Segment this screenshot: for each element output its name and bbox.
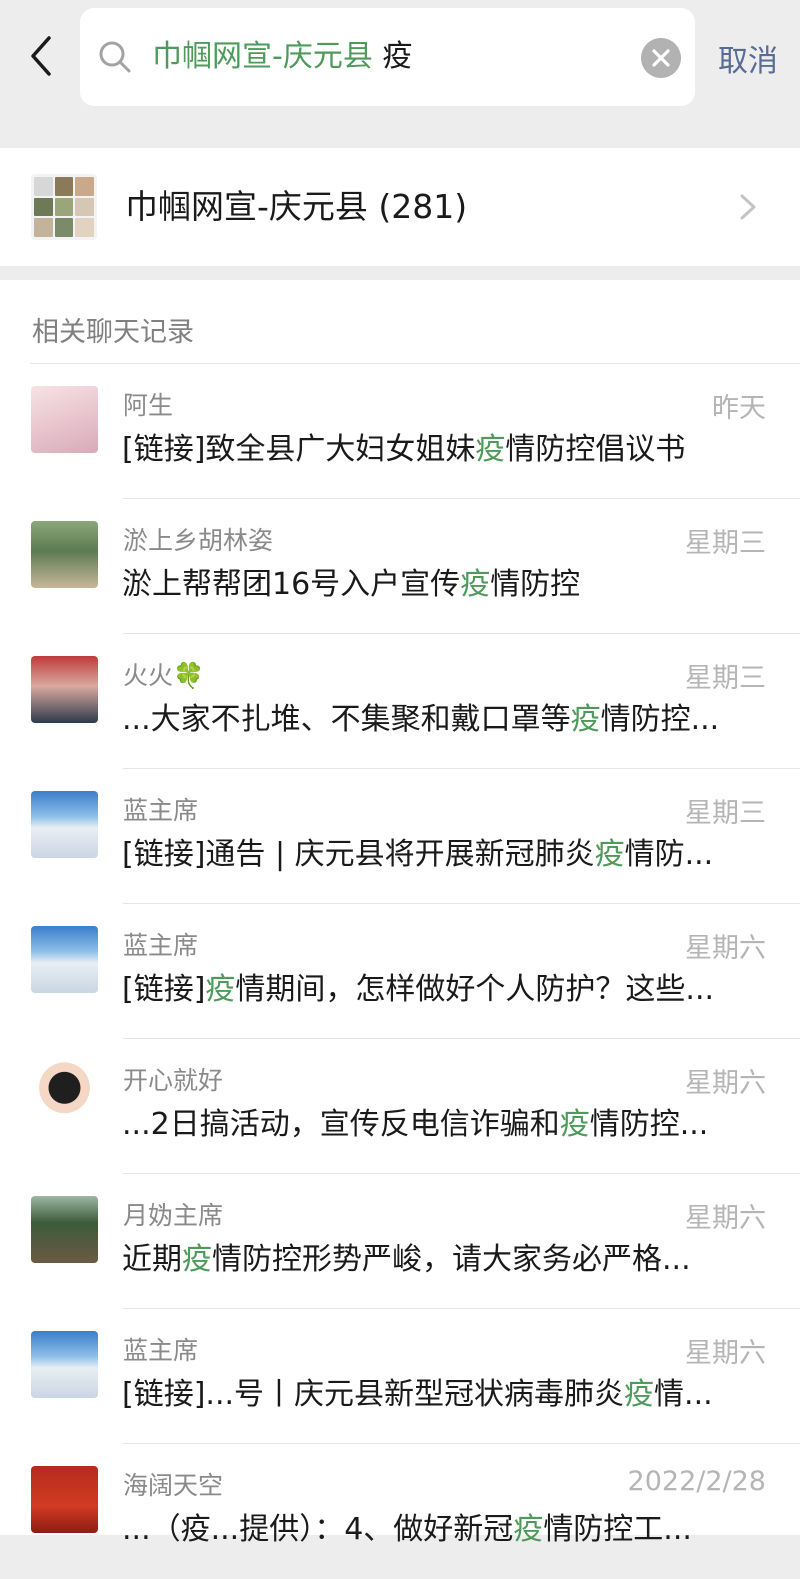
sender-name: 开心就好 [123, 1066, 224, 1095]
sender-name: 蓝主席 [123, 931, 199, 960]
sender-name: 月妫主席 [123, 1201, 224, 1230]
sender-name: 蓝主席 [123, 1336, 199, 1365]
chat-result[interactable]: 开心就好 星期六 ...2日搞活动，宣传反电信诈骗和疫情防控... [0, 1039, 800, 1174]
sender-name: 阿生 [123, 391, 174, 420]
chat-result[interactable]: 海阔天空 2022/2/28 ...（疫...提供）：4、做好新冠疫情防控工..… [0, 1444, 800, 1579]
message-time: 星期六 [685, 933, 766, 964]
search-input[interactable]: 巾帼网宣-庆元县 疫 [80, 8, 695, 106]
search-query: 巾帼网宣-庆元县 疫 [152, 8, 412, 106]
message-time: 昨天 [712, 393, 766, 424]
message-snippet: [链接]致全县广大妇女姐妹疫情防控倡议书 [122, 432, 686, 467]
message-snippet: [链接]...号丨庆元县新型冠状病毒肺炎疫情... [122, 1377, 713, 1412]
avatar [31, 1196, 98, 1263]
avatar [31, 1331, 98, 1398]
avatar [31, 926, 98, 993]
chat-result[interactable]: 阿生 昨天 [链接]致全县广大妇女姐妹疫情防控倡议书 [0, 364, 800, 499]
message-time: 2022/2/28 [627, 1466, 766, 1497]
sender-name: 火火🍀 [123, 661, 205, 690]
search-icon [99, 41, 131, 73]
chat-result[interactable]: 蓝主席 星期六 [链接]疫情期间，怎样做好个人防护？这些... [0, 904, 800, 1039]
cancel-button[interactable]: 取消 [718, 36, 778, 80]
message-time: 星期三 [685, 663, 766, 694]
message-snippet: [链接]疫情期间，怎样做好个人防护？这些... [122, 972, 715, 1007]
avatar [31, 1466, 98, 1533]
message-snippet: 近期疫情防控形势严峻，请大家务必严格... [122, 1242, 691, 1277]
message-snippet: ...2日搞活动，宣传反电信诈骗和疫情防控... [122, 1107, 709, 1142]
search-query-keyword: 疫 [382, 39, 413, 74]
message-snippet: 淤上帮帮团16号入户宣传疫情防控 [122, 567, 581, 602]
clear-icon[interactable] [641, 38, 681, 78]
section-title: 相关聊天记录 [32, 317, 194, 348]
avatar [31, 791, 98, 858]
avatar [31, 656, 98, 723]
sender-name: 海阔天空 [123, 1471, 224, 1500]
message-time: 星期三 [685, 798, 766, 829]
search-header: 巾帼网宣-庆元县 疫 取消 [0, 0, 800, 148]
message-snippet: ...大家不扎堆、不集聚和戴口罩等疫情防控... [122, 702, 720, 737]
chat-result[interactable]: 淤上乡胡林姿 星期三 淤上帮帮团16号入户宣传疫情防控 [0, 499, 800, 634]
chevron-right-icon [740, 194, 756, 220]
chevron-left-icon[interactable] [22, 32, 62, 80]
avatar [31, 386, 98, 453]
search-query-group: 巾帼网宣-庆元县 [152, 39, 373, 74]
sender-name: 淤上乡胡林姿 [123, 526, 274, 555]
avatar [31, 1061, 98, 1128]
sender-name: 蓝主席 [123, 796, 199, 825]
group-result[interactable]: 巾帼网宣-庆元县 (281) [0, 148, 800, 266]
message-time: 星期六 [685, 1203, 766, 1234]
message-snippet: ...（疫...提供）：4、做好新冠疫情防控工... [122, 1512, 692, 1547]
message-time: 星期六 [685, 1068, 766, 1099]
message-time: 星期三 [685, 528, 766, 559]
related-chats-section: 相关聊天记录 阿生 昨天 [链接]致全县广大妇女姐妹疫情防控倡议书 淤上乡胡林姿… [0, 280, 800, 1547]
group-avatar [31, 174, 97, 240]
chat-result[interactable]: 蓝主席 星期三 [链接]通告 | 庆元县将开展新冠肺炎疫情防... [0, 769, 800, 904]
avatar [31, 521, 98, 588]
chat-result[interactable]: 火火🍀 星期三 ...大家不扎堆、不集聚和戴口罩等疫情防控... [0, 634, 800, 769]
message-snippet: [链接]通告 | 庆元县将开展新冠肺炎疫情防... [122, 837, 714, 872]
chat-result[interactable]: 蓝主席 星期六 [链接]...号丨庆元县新型冠状病毒肺炎疫情... [0, 1309, 800, 1444]
chat-result[interactable]: 月妫主席 星期六 近期疫情防控形势严峻，请大家务必严格... [0, 1174, 800, 1309]
group-name: 巾帼网宣-庆元县 (281) [125, 187, 468, 226]
message-time: 星期六 [685, 1338, 766, 1369]
